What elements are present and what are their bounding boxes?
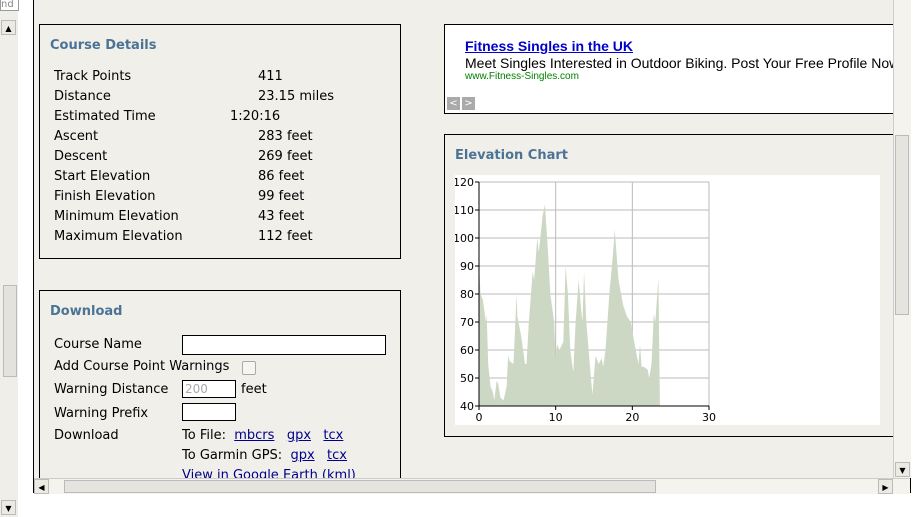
y-tick-label: 90	[460, 260, 474, 273]
horizontal-scrollbar-thumb[interactable]	[64, 480, 656, 493]
x-tick-label: 30	[702, 411, 716, 424]
detail-label: Ascent	[54, 129, 99, 144]
x-tick-label: 0	[476, 411, 483, 424]
to-file-row: To File: mbcrs gpx tcx	[182, 428, 343, 443]
garmin-tcx-link[interactable]: tcx	[327, 448, 347, 463]
warnings-label: Add Course Point Warnings	[54, 359, 230, 374]
garmin-gpx-link[interactable]: gpx	[290, 448, 314, 463]
scroll-down-button[interactable]: ▼	[1, 500, 16, 515]
scroll-right-arrow[interactable]: ▶	[878, 479, 893, 494]
left-scrollbar-thumb[interactable]	[3, 285, 17, 377]
course-details-panel: Course Details Track Points 411 Distance 23…	[39, 24, 401, 259]
ad-url[interactable]: www.Fitness-Singles.com	[465, 71, 579, 82]
x-tick-label: 20	[625, 411, 639, 424]
download-label: Download	[54, 428, 119, 443]
elevation-chart-panel: Elevation Chart 40 50 60 70 80 90 100 110 120 0 10…	[444, 134, 910, 437]
elevation-chart-title: Elevation Chart	[455, 148, 568, 163]
detail-value: 1:20:16	[230, 109, 281, 124]
file-tcx-link[interactable]: tcx	[323, 428, 343, 443]
scroll-left-arrow[interactable]: ◀	[34, 479, 49, 494]
scroll-up-button[interactable]: ▲	[1, 20, 16, 35]
detail-value: 283 feet	[258, 129, 313, 144]
course-name-input[interactable]	[182, 335, 386, 355]
y-tick-label: 60	[460, 344, 474, 357]
detail-label: Start Elevation	[54, 169, 151, 184]
to-garmin-label: To Garmin GPS:	[182, 448, 283, 463]
warning-distance-label: Warning Distance	[54, 382, 169, 397]
detail-label: Maximum Elevation	[54, 229, 183, 244]
detail-label: Minimum Elevation	[54, 209, 179, 224]
left-input-fragment[interactable]: nd	[0, 0, 19, 11]
detail-value: 99 feet	[258, 189, 305, 204]
ad-text: Meet Singles Interested in Outdoor Bikin…	[465, 55, 900, 71]
detail-label: Track Points	[54, 69, 132, 84]
ad-next-button[interactable]: >	[462, 97, 475, 110]
ad-title-link[interactable]: Fitness Singles in the UK	[465, 38, 633, 54]
warnings-checkbox[interactable]	[242, 361, 256, 375]
warning-distance-unit: feet	[241, 382, 267, 397]
ad-prev-button[interactable]: <	[447, 97, 460, 110]
to-garmin-row: To Garmin GPS: gpx tcx	[182, 448, 347, 463]
y-tick-label: 100	[455, 232, 474, 245]
x-tick-label: 10	[549, 411, 563, 424]
warning-prefix-label: Warning Prefix	[54, 406, 149, 421]
detail-label: Descent	[54, 149, 108, 164]
vertical-scrollbar[interactable]: ▼	[893, 0, 911, 478]
y-tick-label: 50	[460, 372, 474, 385]
course-details-title: Course Details	[50, 38, 157, 53]
content-frame: Course Details Track Points 411 Distance 23…	[33, 0, 911, 493]
file-gpx-link[interactable]: gpx	[287, 428, 311, 443]
y-tick-label: 40	[460, 400, 474, 413]
detail-value: 43 feet	[258, 209, 305, 224]
detail-value: 86 feet	[258, 169, 305, 184]
detail-value: 112 feet	[258, 229, 313, 244]
ad-panel: Fitness Singles in the UK Meet Singles I…	[444, 24, 910, 114]
download-panel: Download Course Name Add Course Point Wa…	[39, 290, 401, 492]
detail-value: 269 feet	[258, 149, 313, 164]
y-tick-label: 70	[460, 316, 474, 329]
scroll-down-arrow[interactable]: ▼	[895, 462, 910, 477]
detail-value: 411	[258, 69, 283, 84]
y-tick-label: 120	[455, 176, 474, 189]
detail-label: Distance	[54, 89, 111, 104]
warning-prefix-input[interactable]	[182, 403, 236, 421]
detail-label: Finish Elevation	[54, 189, 156, 204]
file-mbcrs-link[interactable]: mbcrs	[234, 428, 274, 443]
to-file-label: To File:	[182, 428, 226, 443]
detail-label: Estimated Time	[54, 109, 156, 124]
detail-value: 23.15 miles	[258, 89, 335, 104]
left-frame: nd ▲ ▼	[0, 0, 19, 517]
elevation-chart: 40 50 60 70 80 90 100 110 120 0 10 20 30	[455, 175, 880, 425]
horizontal-scrollbar[interactable]: ◀ ▶	[34, 478, 910, 494]
y-tick-label: 80	[460, 288, 474, 301]
vertical-scrollbar-thumb[interactable]	[895, 135, 909, 315]
warning-distance-input[interactable]	[182, 380, 236, 398]
y-tick-label: 110	[455, 204, 474, 217]
course-name-label: Course Name	[54, 337, 142, 352]
download-title: Download	[50, 304, 123, 319]
